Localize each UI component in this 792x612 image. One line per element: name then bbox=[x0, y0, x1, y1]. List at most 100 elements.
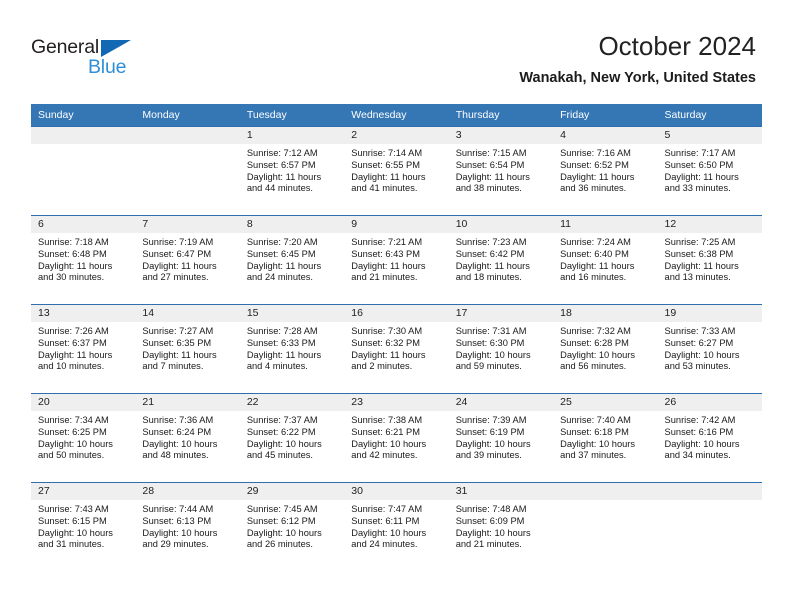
calendar-day-cell[interactable]: 28 Sunrise: 7:44 AM Sunset: 6:13 PM Dayli… bbox=[135, 482, 240, 571]
day-cell-inner: 23 Sunrise: 7:38 AM Sunset: 6:21 PM Dayli… bbox=[344, 394, 449, 482]
calendar-day-cell[interactable]: 6 Sunrise: 7:18 AM Sunset: 6:48 PM Daylig… bbox=[31, 215, 136, 305]
calendar-day-cell[interactable]: 19 Sunrise: 7:33 AM Sunset: 6:27 PM Dayli… bbox=[657, 304, 762, 394]
day-number bbox=[135, 127, 240, 144]
day-number: 8 bbox=[239, 216, 345, 233]
day-cell-inner: 13 Sunrise: 7:26 AM Sunset: 6:37 PM Dayli… bbox=[31, 305, 136, 393]
day-number: 9 bbox=[344, 216, 449, 233]
day-sun-info: Sunrise: 7:15 AM Sunset: 6:54 PM Dayligh… bbox=[455, 148, 530, 194]
day-number: 20 bbox=[31, 394, 136, 411]
calendar-day-cell[interactable]: 15 Sunrise: 7:28 AM Sunset: 6:33 PM Dayli… bbox=[239, 304, 345, 394]
day-cell-inner: 7 Sunrise: 7:19 AM Sunset: 6:47 PM Daylig… bbox=[135, 216, 240, 304]
day-cell-inner: 8 Sunrise: 7:20 AM Sunset: 6:45 PM Daylig… bbox=[239, 216, 345, 304]
day-cell-inner: 10 Sunrise: 7:23 AM Sunset: 6:42 PM Dayli… bbox=[448, 216, 554, 304]
calendar-day-cell[interactable]: 27 Sunrise: 7:43 AM Sunset: 6:15 PM Dayli… bbox=[31, 482, 136, 571]
day-cell-inner: 26 Sunrise: 7:42 AM Sunset: 6:16 PM Dayli… bbox=[657, 394, 762, 482]
calendar-day-cell[interactable]: 26 Sunrise: 7:42 AM Sunset: 6:16 PM Dayli… bbox=[657, 393, 762, 483]
weekday-header-row: Sunday Monday Tuesday Wednesday Thursday… bbox=[31, 104, 762, 127]
day-cell-inner: 25 Sunrise: 7:40 AM Sunset: 6:18 PM Dayli… bbox=[553, 394, 658, 482]
day-cell-inner: 15 Sunrise: 7:28 AM Sunset: 6:33 PM Dayli… bbox=[239, 305, 345, 393]
calendar-day-cell[interactable]: 16 Sunrise: 7:30 AM Sunset: 6:32 PM Dayli… bbox=[344, 304, 449, 394]
day-number: 27 bbox=[31, 483, 136, 500]
calendar-day-cell-empty bbox=[657, 482, 762, 571]
calendar-day-cell[interactable]: 20 Sunrise: 7:34 AM Sunset: 6:25 PM Dayli… bbox=[31, 393, 136, 483]
day-sun-info: Sunrise: 7:45 AM Sunset: 6:12 PM Dayligh… bbox=[246, 504, 322, 550]
day-cell-inner: 14 Sunrise: 7:27 AM Sunset: 6:35 PM Dayli… bbox=[135, 305, 240, 393]
day-sun-info: Sunrise: 7:12 AM Sunset: 6:57 PM Dayligh… bbox=[246, 148, 322, 194]
day-cell-inner: 28 Sunrise: 7:44 AM Sunset: 6:13 PM Dayli… bbox=[135, 483, 240, 571]
day-number: 7 bbox=[135, 216, 240, 233]
calendar-day-cell[interactable]: 24 Sunrise: 7:39 AM Sunset: 6:19 PM Dayli… bbox=[448, 393, 554, 483]
calendar-day-cell[interactable]: 31 Sunrise: 7:48 AM Sunset: 6:09 PM Dayli… bbox=[448, 482, 554, 571]
calendar-day-cell[interactable]: 8 Sunrise: 7:20 AM Sunset: 6:45 PM Daylig… bbox=[239, 215, 345, 305]
calendar-day-cell[interactable]: 29 Sunrise: 7:45 AM Sunset: 6:12 PM Dayli… bbox=[239, 482, 345, 571]
day-number: 12 bbox=[657, 216, 762, 233]
calendar-day-cell-empty bbox=[553, 482, 658, 571]
day-cell-inner bbox=[135, 127, 240, 215]
general-blue-logo[interactable]: General Blue bbox=[31, 36, 161, 82]
day-cell-inner bbox=[553, 483, 658, 571]
day-number: 13 bbox=[31, 305, 136, 322]
calendar-page: General Blue October 2024 Wanakah, New Y… bbox=[0, 0, 792, 612]
day-sun-info: Sunrise: 7:23 AM Sunset: 6:42 PM Dayligh… bbox=[455, 237, 530, 283]
calendar-day-cell[interactable]: 2 Sunrise: 7:14 AM Sunset: 6:55 PM Daylig… bbox=[344, 126, 449, 216]
day-sun-info: Sunrise: 7:21 AM Sunset: 6:43 PM Dayligh… bbox=[351, 237, 426, 283]
calendar-day-cell-empty bbox=[31, 126, 136, 216]
weekday-header-tuesday: Tuesday bbox=[239, 104, 345, 127]
calendar-day-cell[interactable]: 30 Sunrise: 7:47 AM Sunset: 6:11 PM Dayli… bbox=[344, 482, 449, 571]
day-number: 14 bbox=[135, 305, 240, 322]
day-cell-inner: 24 Sunrise: 7:39 AM Sunset: 6:19 PM Dayli… bbox=[448, 394, 554, 482]
calendar-day-cell[interactable]: 1 Sunrise: 7:12 AM Sunset: 6:57 PM Daylig… bbox=[239, 126, 345, 216]
day-sun-info: Sunrise: 7:25 AM Sunset: 6:38 PM Dayligh… bbox=[664, 237, 739, 283]
calendar-day-cell[interactable]: 9 Sunrise: 7:21 AM Sunset: 6:43 PM Daylig… bbox=[344, 215, 449, 305]
day-cell-inner: 29 Sunrise: 7:45 AM Sunset: 6:12 PM Dayli… bbox=[239, 483, 345, 571]
day-number: 28 bbox=[135, 483, 240, 500]
day-number: 18 bbox=[553, 305, 658, 322]
day-sun-info: Sunrise: 7:47 AM Sunset: 6:11 PM Dayligh… bbox=[351, 504, 427, 550]
day-sun-info: Sunrise: 7:44 AM Sunset: 6:13 PM Dayligh… bbox=[142, 504, 218, 550]
page-header: General Blue October 2024 Wanakah, New Y… bbox=[0, 0, 792, 100]
day-cell-inner: 30 Sunrise: 7:47 AM Sunset: 6:11 PM Dayli… bbox=[344, 483, 449, 571]
day-cell-inner: 3 Sunrise: 7:15 AM Sunset: 6:54 PM Daylig… bbox=[448, 127, 554, 215]
day-number: 6 bbox=[31, 216, 136, 233]
calendar-day-cell[interactable]: 4 Sunrise: 7:16 AM Sunset: 6:52 PM Daylig… bbox=[553, 126, 658, 216]
weekday-header-sunday: Sunday bbox=[31, 104, 136, 127]
day-number: 1 bbox=[239, 127, 345, 144]
day-cell-inner: 19 Sunrise: 7:33 AM Sunset: 6:27 PM Dayli… bbox=[657, 305, 762, 393]
day-cell-inner: 17 Sunrise: 7:31 AM Sunset: 6:30 PM Dayli… bbox=[448, 305, 554, 393]
weekday-header-saturday: Saturday bbox=[657, 104, 762, 127]
logo-triangle-icon bbox=[101, 40, 131, 57]
day-cell-inner: 6 Sunrise: 7:18 AM Sunset: 6:48 PM Daylig… bbox=[31, 216, 136, 304]
day-number: 22 bbox=[239, 394, 345, 411]
day-cell-inner: 5 Sunrise: 7:17 AM Sunset: 6:50 PM Daylig… bbox=[657, 127, 762, 215]
calendar-day-cell[interactable]: 13 Sunrise: 7:26 AM Sunset: 6:37 PM Dayli… bbox=[31, 304, 136, 394]
calendar-day-cell[interactable]: 21 Sunrise: 7:36 AM Sunset: 6:24 PM Dayli… bbox=[135, 393, 240, 483]
day-cell-inner: 9 Sunrise: 7:21 AM Sunset: 6:43 PM Daylig… bbox=[344, 216, 449, 304]
calendar-day-cell[interactable]: 3 Sunrise: 7:15 AM Sunset: 6:54 PM Daylig… bbox=[448, 126, 554, 216]
day-number: 10 bbox=[448, 216, 554, 233]
calendar-day-cell[interactable]: 17 Sunrise: 7:31 AM Sunset: 6:30 PM Dayli… bbox=[448, 304, 554, 394]
day-number: 2 bbox=[344, 127, 449, 144]
calendar-day-cell[interactable]: 25 Sunrise: 7:40 AM Sunset: 6:18 PM Dayli… bbox=[553, 393, 658, 483]
day-cell-inner: 16 Sunrise: 7:30 AM Sunset: 6:32 PM Dayli… bbox=[344, 305, 449, 393]
calendar-week-row: 6 Sunrise: 7:18 AM Sunset: 6:48 PM Daylig… bbox=[31, 215, 762, 305]
calendar-day-cell[interactable]: 12 Sunrise: 7:25 AM Sunset: 6:38 PM Dayli… bbox=[657, 215, 762, 305]
day-sun-info bbox=[135, 144, 239, 148]
title-block: October 2024 Wanakah, New York, United S… bbox=[519, 30, 756, 88]
day-sun-info: Sunrise: 7:48 AM Sunset: 6:09 PM Dayligh… bbox=[455, 504, 531, 550]
day-cell-inner: 11 Sunrise: 7:24 AM Sunset: 6:40 PM Dayli… bbox=[553, 216, 658, 304]
day-cell-inner: 2 Sunrise: 7:14 AM Sunset: 6:55 PM Daylig… bbox=[344, 127, 449, 215]
day-sun-info: Sunrise: 7:28 AM Sunset: 6:33 PM Dayligh… bbox=[246, 326, 322, 372]
calendar-day-cell[interactable]: 7 Sunrise: 7:19 AM Sunset: 6:47 PM Daylig… bbox=[135, 215, 240, 305]
calendar-day-cell[interactable]: 11 Sunrise: 7:24 AM Sunset: 6:40 PM Dayli… bbox=[553, 215, 658, 305]
day-number bbox=[657, 483, 762, 500]
page-subtitle: Wanakah, New York, United States bbox=[519, 70, 756, 86]
day-sun-info: Sunrise: 7:18 AM Sunset: 6:48 PM Dayligh… bbox=[38, 237, 113, 283]
day-cell-inner: 18 Sunrise: 7:32 AM Sunset: 6:28 PM Dayli… bbox=[553, 305, 658, 393]
calendar-day-cell[interactable]: 22 Sunrise: 7:37 AM Sunset: 6:22 PM Dayli… bbox=[239, 393, 345, 483]
day-number: 23 bbox=[344, 394, 449, 411]
calendar-day-cell[interactable]: 10 Sunrise: 7:23 AM Sunset: 6:42 PM Dayli… bbox=[448, 215, 554, 305]
calendar-day-cell[interactable]: 18 Sunrise: 7:32 AM Sunset: 6:28 PM Dayli… bbox=[553, 304, 658, 394]
calendar-day-cell[interactable]: 5 Sunrise: 7:17 AM Sunset: 6:50 PM Daylig… bbox=[657, 126, 762, 216]
calendar-day-cell[interactable]: 23 Sunrise: 7:38 AM Sunset: 6:21 PM Dayli… bbox=[344, 393, 449, 483]
calendar-day-cell[interactable]: 14 Sunrise: 7:27 AM Sunset: 6:35 PM Dayli… bbox=[135, 304, 240, 394]
